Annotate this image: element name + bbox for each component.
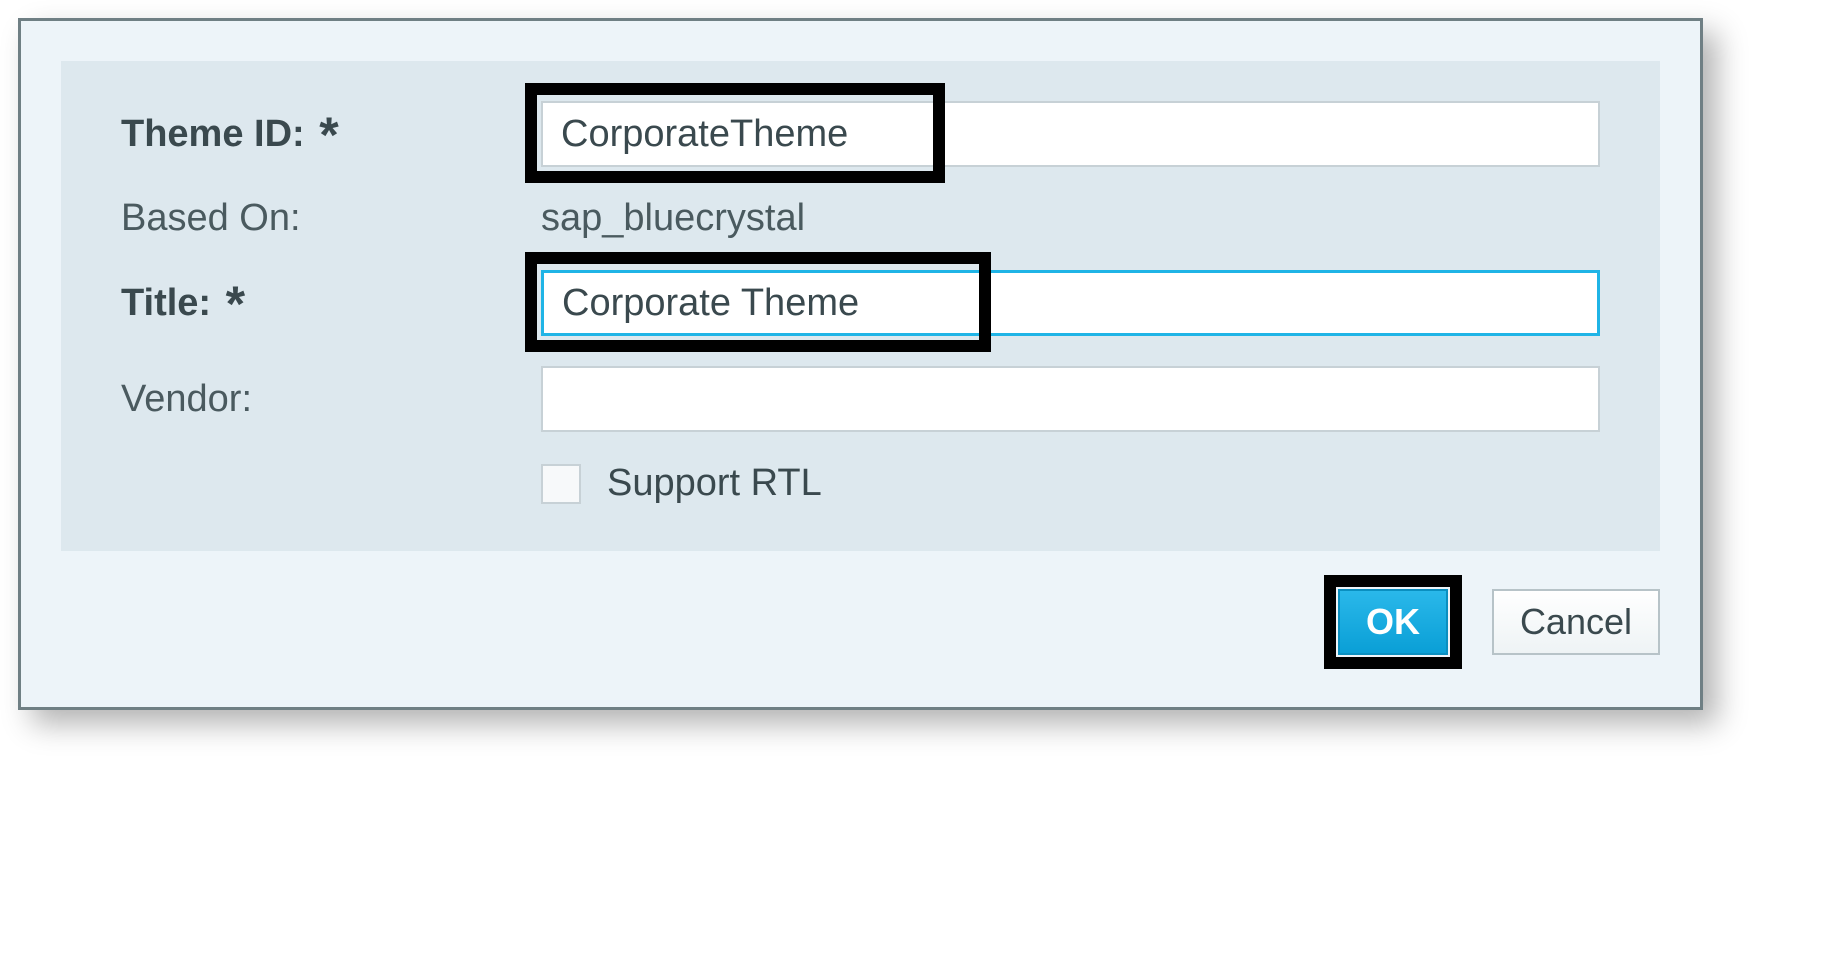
row-theme-id: Theme ID: *	[121, 101, 1600, 167]
value-cell-based-on: sap_bluecrystal	[541, 197, 1600, 240]
title-input[interactable]	[541, 270, 1600, 336]
label-based-on: Based On:	[121, 197, 541, 240]
row-support-rtl: Support RTL	[541, 462, 1600, 505]
cancel-button[interactable]: Cancel	[1492, 589, 1660, 655]
value-cell-title	[541, 270, 1600, 336]
support-rtl-checkbox[interactable]	[541, 464, 581, 504]
based-on-value: sap_bluecrystal	[541, 197, 805, 240]
ok-button[interactable]: OK	[1338, 589, 1448, 655]
theme-dialog: Theme ID: * Based On: sap_bluecrystal Ti…	[18, 18, 1703, 710]
row-title: Title: *	[121, 270, 1600, 336]
ok-button-wrap: OK	[1324, 575, 1462, 669]
row-based-on: Based On: sap_bluecrystal	[121, 197, 1600, 240]
value-cell-vendor	[541, 366, 1600, 432]
label-theme-id-text: Theme ID:	[121, 113, 305, 155]
label-vendor: Vendor:	[121, 378, 541, 421]
button-bar: OK Cancel	[21, 551, 1700, 707]
vendor-input[interactable]	[541, 366, 1600, 432]
row-vendor: Vendor:	[121, 366, 1600, 432]
label-theme-id: Theme ID: *	[121, 113, 541, 156]
label-title: Title: *	[121, 282, 541, 325]
theme-id-input[interactable]	[541, 101, 1600, 167]
required-asterisk-icon: *	[222, 276, 245, 332]
form-panel: Theme ID: * Based On: sap_bluecrystal Ti…	[61, 61, 1660, 551]
required-asterisk-icon: *	[315, 107, 338, 163]
label-title-text: Title:	[121, 282, 211, 324]
support-rtl-label: Support RTL	[607, 462, 822, 505]
value-cell-theme-id	[541, 101, 1600, 167]
